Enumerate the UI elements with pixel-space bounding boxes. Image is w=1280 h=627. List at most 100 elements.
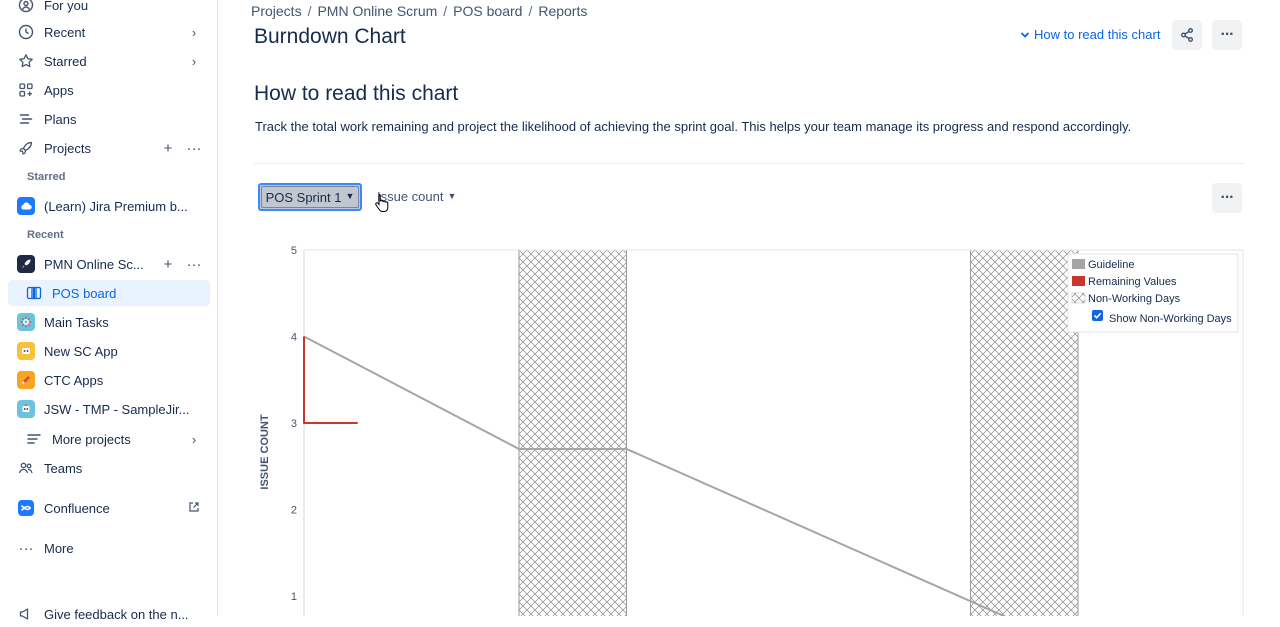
gear-icon xyxy=(17,313,35,331)
legend-item-guideline: Guideline xyxy=(1088,259,1134,271)
chevron-right-icon[interactable]: › xyxy=(184,432,204,447)
sidebar-item-label: Give feedback on the n... xyxy=(44,606,189,622)
confluence-icon xyxy=(16,498,36,518)
sidebar-item-label: Apps xyxy=(44,82,74,98)
rocket-icon xyxy=(16,138,36,158)
add-icon[interactable]: + xyxy=(158,256,178,273)
more-actions-icon[interactable]: ··· xyxy=(184,256,204,273)
sidebar: For you Recent › Starred › Apps Plans Pr… xyxy=(0,0,218,622)
breadcrumb-item[interactable]: Projects xyxy=(251,3,302,19)
teams-icon xyxy=(16,458,36,478)
project-avatar xyxy=(16,370,36,390)
clock-icon xyxy=(16,22,36,42)
user-icon xyxy=(16,0,36,15)
sidebar-item-starred-project[interactable]: (Learn) Jira Premium b... xyxy=(8,193,210,219)
more-icon: ··· xyxy=(1220,26,1235,43)
section-title: How to read this chart xyxy=(254,82,459,105)
sidebar-item-apps[interactable]: Apps xyxy=(8,77,210,103)
guideline-series xyxy=(303,335,1032,627)
hand-cursor-icon xyxy=(375,194,389,212)
sidebar-item-label: Main Tasks xyxy=(44,314,109,330)
breadcrumb-separator: / xyxy=(443,3,448,19)
face-icon xyxy=(17,342,35,360)
pencil-icon xyxy=(17,371,35,389)
y-axis-label: ISSUE COUNT xyxy=(259,414,271,489)
breadcrumb-item[interactable]: Reports xyxy=(538,3,587,19)
sidebar-item-label: Recent xyxy=(44,24,86,40)
sprint-select[interactable]: POS Sprint 1 ▼ xyxy=(258,183,362,211)
more-icon: ··· xyxy=(1220,189,1235,206)
sidebar-item-label: Plans xyxy=(44,111,77,127)
sidebar-item-starred[interactable]: Starred › xyxy=(8,48,210,74)
cloud-icon xyxy=(17,197,35,215)
project-avatar xyxy=(16,399,36,419)
caret-down-icon: ▼ xyxy=(345,191,355,201)
sidebar-item-label: More xyxy=(44,540,74,556)
chevron-right-icon[interactable]: › xyxy=(184,54,204,69)
sidebar-item-label: Confluence xyxy=(44,500,110,516)
breadcrumb: Projects / PMN Online Scrum / POS board … xyxy=(251,3,587,19)
sidebar-item-pmn-project[interactable]: PMN Online Sc... + ··· xyxy=(8,251,210,277)
chevron-right-icon[interactable]: › xyxy=(184,25,204,40)
more-actions-icon[interactable]: ··· xyxy=(184,140,204,157)
sidebar-item-label: For you xyxy=(44,0,89,13)
project-avatar xyxy=(16,196,36,216)
sidebar-item-teams[interactable]: Teams xyxy=(8,455,210,481)
sidebar-item-new-sc-app[interactable]: New SC App xyxy=(8,338,210,364)
show-nonworking-checkbox[interactable] xyxy=(1092,310,1103,321)
sidebar-item-label: Teams xyxy=(44,460,83,476)
rocket-icon xyxy=(17,255,35,273)
sidebar-item-pos-board[interactable]: POS board xyxy=(8,280,210,306)
breadcrumb-item[interactable]: PMN Online Scrum xyxy=(317,3,437,19)
robot-icon xyxy=(17,400,35,418)
section-label-starred: Starred xyxy=(27,171,66,183)
sidebar-item-label: More projects xyxy=(52,431,131,447)
sidebar-item-confluence[interactable]: Confluence xyxy=(8,495,210,521)
project-avatar xyxy=(16,254,36,274)
sidebar-item-label: JSW - TMP - SampleJir... xyxy=(44,401,190,417)
burndown-chart-svg: 1 2 3 4 5 ISSUE COUNT Guideline Remaining Va… xyxy=(259,245,1244,627)
page-title: Burndown Chart xyxy=(254,25,406,48)
non-working-day-band xyxy=(518,249,627,627)
sidebar-item-label: (Learn) Jira Premium b... xyxy=(44,198,188,214)
project-avatar xyxy=(16,312,36,332)
divider xyxy=(254,163,1244,164)
sidebar-item-projects[interactable]: Projects + ··· xyxy=(8,135,210,161)
sidebar-item-for-you[interactable]: For you xyxy=(8,0,210,18)
megaphone-icon xyxy=(16,604,36,624)
breadcrumb-item[interactable]: POS board xyxy=(453,3,522,19)
apps-icon xyxy=(16,80,36,100)
y-tick-label: 5 xyxy=(291,245,297,257)
sidebar-item-recent[interactable]: Recent › xyxy=(8,19,210,45)
y-tick-label: 1 xyxy=(291,591,297,603)
section-description: Track the total work remaining and proje… xyxy=(255,119,1132,134)
external-link-icon[interactable] xyxy=(184,501,204,516)
sidebar-item-label: POS board xyxy=(52,285,117,301)
sidebar-item-jsw-tmp[interactable]: JSW - TMP - SampleJir... xyxy=(8,396,210,422)
how-to-read-link[interactable]: How to read this chart xyxy=(1019,27,1160,42)
sidebar-item-more[interactable]: ··· More xyxy=(8,535,210,561)
list-icon xyxy=(24,429,44,449)
breadcrumb-separator: / xyxy=(528,3,533,19)
sprint-select-label: POS Sprint 1 xyxy=(265,189,342,205)
active-indicator xyxy=(33,287,35,299)
sidebar-item-label: Starred xyxy=(44,53,87,69)
sidebar-item-plans[interactable]: Plans xyxy=(8,106,210,132)
share-button[interactable] xyxy=(1172,20,1202,50)
y-tick-label: 2 xyxy=(291,505,297,517)
legend-swatch-remaining xyxy=(1072,276,1085,286)
sidebar-item-feedback[interactable]: Give feedback on the n... xyxy=(8,601,210,627)
sidebar-item-main-tasks[interactable]: Main Tasks xyxy=(8,309,210,335)
chart-more-button[interactable]: ··· xyxy=(1212,183,1242,213)
legend-swatch-guideline xyxy=(1072,259,1085,269)
show-nonworking-label: Show Non-Working Days xyxy=(1109,313,1232,325)
sidebar-item-ctc-apps[interactable]: CTC Apps xyxy=(8,367,210,393)
legend-item-remaining: Remaining Values xyxy=(1088,276,1177,288)
legend-swatch-nonworking xyxy=(1071,292,1086,304)
more-actions-button[interactable]: ··· xyxy=(1212,20,1242,50)
sidebar-item-more-projects[interactable]: More projects › xyxy=(8,426,210,452)
breadcrumb-separator: / xyxy=(307,3,312,19)
add-project-icon[interactable]: + xyxy=(158,140,178,157)
chevron-down-icon xyxy=(1020,31,1030,38)
y-tick-label: 4 xyxy=(291,332,297,344)
